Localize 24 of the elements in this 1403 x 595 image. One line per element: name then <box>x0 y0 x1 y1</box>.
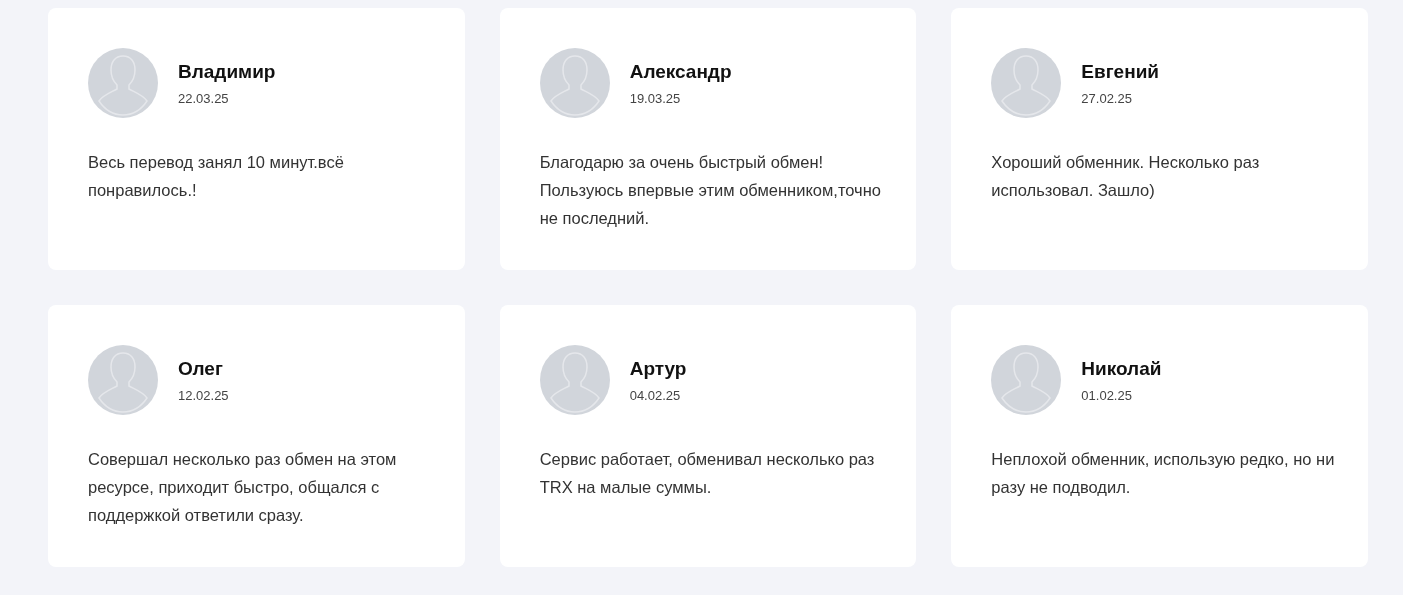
review-date: 19.03.25 <box>629 90 682 106</box>
reviewer-name: Владимир <box>178 60 276 83</box>
reviewer-name: Артур <box>629 357 687 380</box>
review-date: 27.02.25 <box>1081 90 1133 106</box>
avatar-icon <box>991 345 1062 415</box>
review-text: Весь перевод занял 10 минут.всё понравилось.! <box>88 152 345 201</box>
avatar-icon <box>991 48 1062 118</box>
review-date: 04.02.25 <box>629 387 682 403</box>
avatar-icon <box>539 345 610 415</box>
review-text: Неплохой обменник, использую редко, но ни разу не подводил. <box>991 449 1336 498</box>
avatar-icon <box>88 345 158 415</box>
reviewer-name: Евгений <box>1081 60 1159 83</box>
reviewer-name: Александр <box>629 60 732 83</box>
review-text: Благодарю за очень быстрый обмен! Пользуюсь впервые этим обменником,точно не последний. <box>539 152 882 229</box>
review-date: 12.02.25 <box>178 387 229 403</box>
avatar-icon <box>539 48 610 118</box>
review-text: Совершал несколько раз обмен на этом ресурсе, приходит быстро, общался с поддержкой ответили сразу. <box>88 449 398 526</box>
review-date: 01.02.25 <box>1081 387 1133 403</box>
avatar-icon <box>88 48 158 118</box>
review-text: Хороший обменник. Несколько раз использовал. Зашло) <box>991 152 1261 201</box>
review-date: 22.03.25 <box>178 90 230 106</box>
reviewer-name: Олег <box>178 357 224 380</box>
reviewer-name: Николай <box>1081 357 1162 380</box>
review-text: Сервис работает, обменивал несколько раз TRX на малые суммы. <box>539 449 876 498</box>
